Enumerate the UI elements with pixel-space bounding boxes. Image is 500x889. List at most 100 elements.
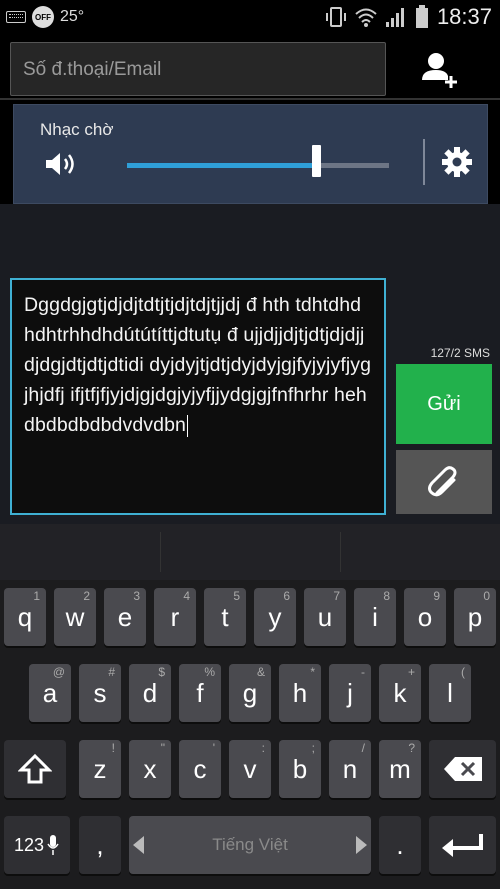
- key-l[interactable]: l(: [429, 664, 471, 722]
- arrow-right-icon: [356, 836, 367, 854]
- arrow-left-icon: [133, 836, 144, 854]
- send-button[interactable]: Gửi: [396, 364, 492, 444]
- key-e-label: e: [117, 601, 133, 632]
- key-z-hint: !: [111, 741, 115, 755]
- key-c[interactable]: c ': [179, 740, 221, 798]
- keyboard-icon: [6, 11, 26, 23]
- space-key[interactable]: Tiếng Việt: [129, 816, 371, 874]
- key-t[interactable]: t5: [204, 588, 246, 646]
- key-o-hint: 9: [433, 589, 440, 603]
- key-d[interactable]: d $: [129, 664, 171, 722]
- space-key-label: Tiếng Việt: [212, 835, 288, 854]
- key-g-hint: &: [256, 665, 265, 679]
- key-v-label: v: [243, 753, 257, 784]
- key-s[interactable]: s #: [79, 664, 121, 722]
- key-r-hint: 4: [183, 589, 190, 603]
- key-u[interactable]: u7: [304, 588, 346, 646]
- divider: [340, 532, 341, 572]
- key-t-label: t: [221, 601, 229, 632]
- key-q[interactable]: q1: [4, 588, 46, 646]
- key-b-hint: ;: [311, 741, 315, 755]
- backspace-key[interactable]: [429, 740, 496, 798]
- key-z[interactable]: z!: [79, 740, 121, 798]
- key-a-hint: @: [52, 665, 65, 679]
- key-l-hint: (: [461, 665, 465, 679]
- text-caret: [187, 414, 188, 437]
- key-y-label: y: [268, 601, 282, 632]
- key-t-hint: 5: [233, 589, 240, 603]
- key-q-label: q: [17, 601, 33, 632]
- key-h[interactable]: h *: [279, 664, 321, 722]
- key-o-label: o: [417, 601, 433, 632]
- key-h-hint: *: [310, 665, 315, 679]
- key-a[interactable]: a @: [29, 664, 71, 722]
- key-y[interactable]: y6: [254, 588, 296, 646]
- power-off-icon: OFF: [32, 6, 54, 28]
- key-w[interactable]: w2: [54, 588, 96, 646]
- numbers-key-label: 123: [13, 834, 45, 855]
- key-h-label: h: [292, 677, 308, 708]
- key-o[interactable]: o9: [404, 588, 446, 646]
- keyboard: q 1 w 2 e 3 r 4 t 5 y 6 u 7 i 8 o 9 p 0 a @ s # d $ f% g & h * j - k + l(z!…: [0, 524, 500, 889]
- microphone-icon: [47, 835, 59, 855]
- key-v-hint: :: [261, 741, 265, 755]
- key-x[interactable]: x ": [129, 740, 171, 798]
- key-q-hint: 1: [33, 589, 40, 603]
- paperclip-icon: [428, 466, 457, 497]
- key-a-label: a: [42, 677, 58, 708]
- key-c-label: c: [193, 753, 207, 784]
- key-j-hint: -: [361, 665, 365, 679]
- key-k[interactable]: k +: [379, 664, 421, 722]
- key-i[interactable]: i8: [354, 588, 396, 646]
- character-counter: 127/2 SMS: [430, 346, 490, 360]
- key-z-label: z: [93, 753, 107, 784]
- temperature: 25°: [60, 8, 85, 25]
- numbers-key[interactable]: 123: [4, 816, 70, 874]
- recipient-input[interactable]: Số đ.thoại/Email: [10, 42, 386, 96]
- key-p-hint: 0: [483, 589, 490, 603]
- gear-icon[interactable]: [442, 147, 472, 177]
- key-p-label: p: [467, 601, 483, 632]
- attach-button[interactable]: [396, 450, 492, 514]
- key-y-hint: 6: [283, 589, 290, 603]
- volume-slider-thumb[interactable]: [311, 145, 321, 177]
- divider: [160, 532, 161, 572]
- key-v[interactable]: v:: [229, 740, 271, 798]
- key-j[interactable]: j-: [329, 664, 371, 722]
- vibrate-icon: [325, 7, 346, 27]
- comma-key[interactable]: ,: [79, 816, 121, 874]
- key-e[interactable]: e3: [104, 588, 146, 646]
- key-n-label: n: [342, 753, 358, 784]
- key-d-hint: $: [158, 665, 165, 679]
- wifi-icon: [355, 8, 377, 27]
- key-u-label: u: [317, 601, 333, 632]
- recipient-bar: Số đ.thoại/Email: [0, 36, 500, 100]
- speaker-icon[interactable]: [44, 149, 78, 179]
- enter-icon: [441, 834, 483, 857]
- key-g[interactable]: g &: [229, 664, 271, 722]
- shift-key[interactable]: [4, 740, 66, 798]
- period-key[interactable]: .: [379, 816, 421, 874]
- key-f[interactable]: f%: [179, 664, 221, 722]
- add-contact-icon[interactable]: [418, 50, 462, 90]
- key-s-hint: #: [108, 665, 115, 679]
- key-j-label: j: [347, 677, 353, 708]
- key-n-hint: /: [361, 741, 365, 755]
- comma-key-label: ,: [96, 829, 104, 860]
- suggestion-strip: [0, 524, 500, 580]
- key-b[interactable]: b;: [279, 740, 321, 798]
- key-p[interactable]: p0: [454, 588, 496, 646]
- key-n[interactable]: n /: [329, 740, 371, 798]
- key-x-label: x: [143, 753, 157, 784]
- message-input[interactable]: Dggdgjgtjdjdjtdtjtjdjtdjtjjdj đ hth tdht…: [10, 278, 386, 515]
- clock: 18:37: [436, 4, 492, 29]
- key-w-label: w: [65, 601, 85, 632]
- key-s-label: s: [93, 677, 107, 708]
- volume-slider-fill: [127, 163, 316, 168]
- key-k-hint: +: [407, 665, 415, 679]
- enter-key[interactable]: [429, 816, 496, 874]
- key-r[interactable]: r4: [154, 588, 196, 646]
- battery-icon: [415, 5, 428, 28]
- key-m[interactable]: m?: [379, 740, 421, 798]
- status-bar: OFF 25° 18:37: [0, 0, 500, 36]
